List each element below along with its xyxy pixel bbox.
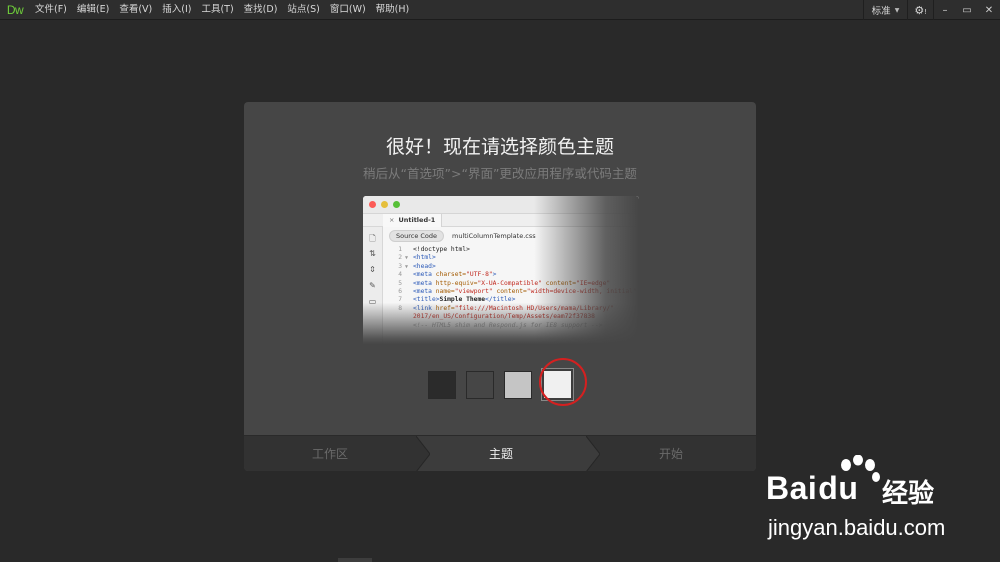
code-line: 1 <!doctype html> bbox=[383, 246, 639, 254]
menu-help[interactable]: 帮助(H) bbox=[371, 0, 415, 20]
watermark-cn: 经验 bbox=[882, 479, 935, 509]
step-separator-icon bbox=[586, 436, 600, 471]
line-number bbox=[383, 322, 405, 330]
source-code-pill: Source Code bbox=[389, 229, 445, 242]
code-text: <meta http-equiv="X-UA-Compatible" conte… bbox=[413, 279, 611, 287]
preview-tab-label: Untitled-1 bbox=[398, 215, 436, 224]
theme-swatch-dark[interactable] bbox=[466, 371, 494, 399]
menu-site[interactable]: 站点(S) bbox=[282, 0, 324, 20]
line-number: 8 bbox=[398, 304, 402, 312]
code-line: 3 ▼ <head> bbox=[383, 263, 639, 271]
fold-icon bbox=[405, 313, 413, 321]
theme-swatch-lightest[interactable] bbox=[542, 369, 573, 400]
code-text: <!-- HTML5 shim and Respond.js for IE8 s… bbox=[413, 321, 603, 329]
brush-icon: ✎ bbox=[369, 281, 376, 290]
code-line: 7 <title>Simple Theme</title> bbox=[383, 296, 639, 304]
preview-toolbar: 🗋 ⇅ ⇕ ✎ ▭ bbox=[363, 227, 383, 344]
theme-swatch-darkest[interactable] bbox=[428, 371, 456, 399]
code-text: 2017/en_US/Configuration/Temp/Assets/eam… bbox=[413, 313, 595, 321]
fold-icon: ▼ bbox=[405, 255, 409, 262]
step-workspace: 工作区 bbox=[311, 447, 348, 461]
menu-find[interactable]: 查找(D) bbox=[239, 0, 283, 20]
dialog-subtitle: 稍后从“首选项”>“界面”更改应用程序或代码主题 bbox=[363, 166, 637, 181]
fold-icon bbox=[405, 280, 413, 288]
fold-icon bbox=[405, 288, 413, 296]
menu-view[interactable]: 查看(V) bbox=[114, 0, 157, 20]
menu-insert[interactable]: 插入(I) bbox=[157, 0, 196, 20]
expand-icon: ⇕ bbox=[369, 265, 376, 274]
sort-icon: ⇅ bbox=[369, 249, 376, 258]
restore-button[interactable]: ▭ bbox=[956, 0, 978, 20]
line-number: 2 bbox=[398, 254, 402, 262]
preview-code-area: 1 <!doctype html> 2 ▼ <html> 3 ▼ <head> 4 <meta c… bbox=[383, 246, 639, 330]
code-text: <head> bbox=[413, 262, 436, 270]
code-text: <!doctype html> bbox=[413, 246, 470, 253]
theme-selection-dialog: 很好！现在请选择颜色主题 稍后从“首选项”>“界面”更改应用程序或代码主题 × U… bbox=[244, 102, 756, 471]
theme-preview: × Untitled-1 🗋 ⇅ ⇕ ✎ ▭ Source Code multiC… bbox=[363, 196, 639, 344]
step-theme: 主题 bbox=[416, 436, 586, 471]
wizard-steps: 工作区 主题 开始 bbox=[244, 435, 756, 471]
baidu-jingyan-watermark: Baidu 经验 jingyan.baidu.com bbox=[766, 455, 986, 547]
code-line: 5 <meta http-equiv="X-UA-Compatible" cont… bbox=[383, 280, 639, 288]
step-separator-icon bbox=[416, 436, 430, 471]
scroll-indicator bbox=[338, 558, 372, 562]
preview-titlebar bbox=[363, 196, 639, 214]
code-text: <link href="file:///Macintosh HD/Users/m… bbox=[413, 304, 614, 312]
dreamweaver-logo: Dw bbox=[6, 2, 24, 17]
theme-swatch-light[interactable] bbox=[504, 371, 532, 399]
code-text: <meta charset="UTF-8"> bbox=[413, 271, 497, 279]
chevron-down-icon: ▼ bbox=[894, 6, 900, 14]
line-number: 4 bbox=[398, 271, 402, 279]
code-text: <title>Simple Theme</title> bbox=[413, 296, 516, 304]
fold-icon bbox=[405, 271, 413, 279]
preview-tabbar: × Untitled-1 bbox=[363, 213, 639, 227]
code-line: <!-- HTML5 shim and Respond.js for IE8 s… bbox=[383, 322, 639, 330]
line-number: 3 bbox=[398, 262, 402, 270]
watermark-url: jingyan.baidu.com bbox=[768, 515, 946, 540]
step-start: 开始 bbox=[658, 447, 683, 461]
menu-bar: Dw 文件(F) 编辑(E) 查看(V) 插入(I) 工具(T) 查找(D) 站… bbox=[0, 0, 1000, 20]
tab-close-icon: × bbox=[389, 215, 395, 224]
code-text: <html> bbox=[413, 254, 436, 262]
line-number: 5 bbox=[398, 279, 402, 287]
code-line: 2017/en_US/Configuration/Temp/Assets/eam… bbox=[383, 313, 639, 321]
line-number: 1 bbox=[398, 246, 402, 253]
line-number: 6 bbox=[398, 287, 402, 295]
fold-icon bbox=[405, 305, 413, 313]
fold-icon bbox=[405, 322, 413, 330]
menu-edit[interactable]: 编辑(E) bbox=[72, 0, 114, 20]
menu-window[interactable]: 窗口(W) bbox=[325, 0, 371, 20]
code-line: 8 <link href="file:///Macintosh HD/Users/… bbox=[383, 305, 639, 313]
fold-icon: ▼ bbox=[405, 263, 409, 270]
preview-document-tab: × Untitled-1 bbox=[383, 213, 443, 227]
related-file-name: multiColumnTemplate.css bbox=[452, 231, 536, 240]
line-number: 7 bbox=[398, 296, 402, 304]
gear-icon[interactable]: ⚙! bbox=[908, 4, 933, 17]
fold-icon bbox=[405, 296, 413, 304]
close-button[interactable]: ✕ bbox=[978, 0, 1000, 20]
menu-tools[interactable]: 工具(T) bbox=[196, 0, 238, 20]
workspace-label: 标准 bbox=[871, 6, 891, 17]
fold-icon bbox=[405, 246, 413, 254]
watermark-brand: Baidu bbox=[766, 470, 859, 506]
code-line: 2 ▼ <html> bbox=[383, 254, 639, 262]
minimize-dot-icon bbox=[381, 201, 388, 208]
close-dot-icon bbox=[369, 201, 376, 208]
file-icon: 🗋 bbox=[369, 234, 376, 243]
zoom-dot-icon bbox=[393, 201, 400, 208]
menu-file[interactable]: 文件(F) bbox=[30, 0, 72, 20]
comment-icon: ▭ bbox=[368, 297, 377, 306]
workspace-switcher[interactable]: 标准 ▼ bbox=[864, 3, 908, 17]
menubar-right: 标准 ▼ ⚙! – ▭ ✕ bbox=[862, 0, 1000, 20]
minimize-button[interactable]: – bbox=[934, 0, 956, 20]
dialog-title: 很好！现在请选择颜色主题 bbox=[385, 136, 614, 158]
code-line: 4 <meta charset="UTF-8"> bbox=[383, 271, 639, 279]
line-number bbox=[383, 313, 405, 321]
preview-related-files-bar: Source Code multiColumnTemplate.css bbox=[383, 228, 639, 243]
